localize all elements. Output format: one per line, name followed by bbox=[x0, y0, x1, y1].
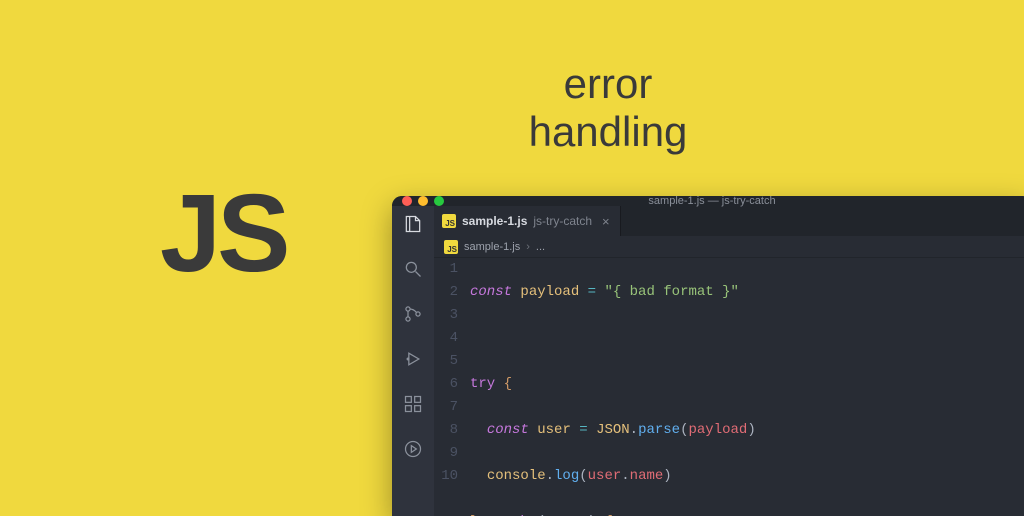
code-line: const user = JSON.parse(payload) bbox=[470, 419, 1024, 442]
page-heading: error handling bbox=[478, 60, 738, 157]
tab-filename: sample-1.js bbox=[462, 214, 527, 228]
line-number: 7 bbox=[434, 396, 458, 419]
js-logo: JS bbox=[160, 170, 287, 297]
js-file-icon: JS bbox=[442, 214, 456, 228]
heading-line-1: error bbox=[564, 60, 653, 107]
code-editor-window: sample-1.js — js-try-catch bbox=[392, 196, 1024, 516]
line-number: 10 bbox=[434, 465, 458, 488]
line-number-gutter: 1 2 3 4 5 6 7 8 9 10 bbox=[434, 258, 470, 516]
editor-main-pane: JS sample-1.js js-try-catch × JS sample-… bbox=[434, 206, 1024, 516]
tab-path-hint: js-try-catch bbox=[533, 214, 592, 228]
close-tab-icon[interactable]: × bbox=[602, 214, 610, 229]
activity-bar bbox=[392, 206, 434, 516]
code-area[interactable]: 1 2 3 4 5 6 7 8 9 10 const payload = "{ … bbox=[434, 258, 1024, 516]
code-line bbox=[470, 327, 1024, 350]
editor-body: JS sample-1.js js-try-catch × JS sample-… bbox=[392, 206, 1024, 516]
tab-bar: JS sample-1.js js-try-catch × bbox=[434, 206, 1024, 236]
window-title: sample-1.js — js-try-catch bbox=[392, 196, 1024, 207]
chevron-right-icon: › bbox=[526, 241, 530, 253]
js-file-icon: JS bbox=[444, 240, 458, 254]
breadcrumb[interactable]: JS sample-1.js › ... bbox=[434, 236, 1024, 258]
line-number: 6 bbox=[434, 373, 458, 396]
explorer-icon[interactable] bbox=[403, 214, 423, 239]
source-control-icon[interactable] bbox=[403, 304, 423, 329]
line-number: 8 bbox=[434, 419, 458, 442]
line-number: 1 bbox=[434, 258, 458, 281]
code-line: console.log(user.name) bbox=[470, 465, 1024, 488]
heading-line-2: handling bbox=[529, 108, 688, 155]
line-number: 3 bbox=[434, 304, 458, 327]
code-content[interactable]: const payload = "{ bad format }" try { c… bbox=[470, 258, 1024, 516]
code-line: } catch (error) { bbox=[470, 511, 1024, 516]
debug-icon[interactable] bbox=[403, 349, 423, 374]
window-titlebar[interactable]: sample-1.js — js-try-catch bbox=[392, 196, 1024, 206]
run-icon[interactable] bbox=[403, 439, 423, 464]
line-number: 5 bbox=[434, 350, 458, 373]
line-number: 9 bbox=[434, 442, 458, 465]
code-line: try { bbox=[470, 373, 1024, 396]
code-line: const payload = "{ bad format }" bbox=[470, 281, 1024, 304]
search-icon[interactable] bbox=[403, 259, 423, 284]
line-number: 4 bbox=[434, 327, 458, 350]
breadcrumb-rest: ... bbox=[536, 241, 545, 253]
editor-tab-active[interactable]: JS sample-1.js js-try-catch × bbox=[434, 206, 621, 236]
line-number: 2 bbox=[434, 281, 458, 304]
extensions-icon[interactable] bbox=[403, 394, 423, 419]
breadcrumb-file: sample-1.js bbox=[464, 241, 520, 253]
